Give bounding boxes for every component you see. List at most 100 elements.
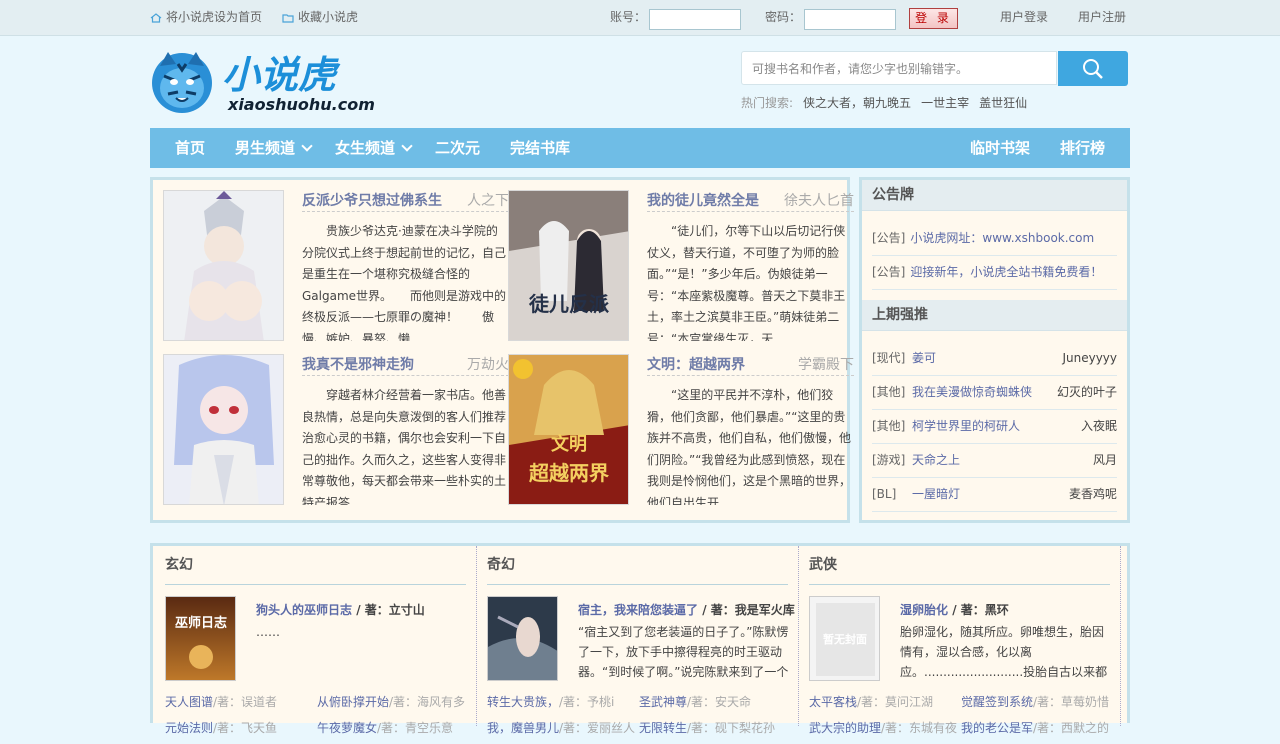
account-input[interactable]: [649, 9, 741, 30]
sidebar: 公告牌 [公告] 小说虎网址：www.xshbook.com [公告] 迎接新年，小…: [859, 177, 1130, 523]
rec-author: 幻灭的叶子: [1056, 385, 1117, 399]
category-column: 武侠 暂无封面 湿卵胎化 / 著：黑环 胎卵湿化，随其所应。卵唯想生，胎因情有，…: [799, 546, 1121, 735]
list-item[interactable]: 觉醒签到系统/著：草莓奶惜: [961, 692, 1113, 712]
list-item[interactable]: 元始法则/著：飞天鱼: [165, 718, 317, 738]
book-title-text: 宿主，我来陪您装逼了: [578, 603, 699, 617]
book-title[interactable]: 狗头人的巫师日志 / 著：立寸山: [256, 601, 425, 618]
nav-female-channel[interactable]: 女生频道: [335, 128, 413, 168]
list-item[interactable]: 太平客栈/著：莫问江湖: [809, 692, 961, 712]
book-description: 穿越者林介经营着一家书店。他善良热情，总是向失意泼倒的客人们推荐治愈心灵的书籍，…: [302, 388, 507, 505]
list-book-author: /著：予桃i: [559, 695, 615, 709]
nav-acg-label: 二次元: [435, 139, 481, 157]
site-logo[interactable]: 小说虎 xiaoshuohu.com: [150, 46, 390, 121]
bookmark-link[interactable]: 收藏小说虎: [282, 0, 358, 35]
list-item[interactable]: 武大宗的助理/著：东城有夜: [809, 718, 961, 738]
book-description: ……: [256, 625, 280, 639]
recommend-title: 上期强推: [862, 300, 1127, 331]
book-title[interactable]: 文明：超越两界: [647, 354, 745, 374]
list-item[interactable]: 圣武神尊/著：安天命: [639, 692, 791, 712]
tiger-logo-icon: 小说虎 xiaoshuohu.com: [152, 52, 375, 114]
list-item[interactable]: 午夜萝魔女/著：青空乐意: [317, 718, 469, 738]
user-register-link[interactable]: 用户注册: [1078, 0, 1126, 35]
nav-finished[interactable]: 完结书库: [510, 128, 570, 168]
recommend-item[interactable]: [游戏] 天命之上 风月: [872, 444, 1117, 478]
rec-category: [其他]: [872, 385, 906, 399]
list-item[interactable]: 转生大贵族，/著：予桃i: [487, 692, 639, 712]
divider: [302, 211, 509, 212]
site-header: 小说虎 xiaoshuohu.com 可搜书名和作者，请您少字也别输错字。 热门…: [150, 36, 1130, 128]
set-homepage-link[interactable]: 将小说虎设为首页: [150, 0, 262, 35]
chevron-down-icon: [401, 140, 413, 152]
book-author: 人之下: [467, 193, 509, 209]
hot-search-item[interactable]: 侠之大者，朝九晚五: [803, 94, 911, 111]
list-item[interactable]: 天人图谱/著：误道者: [165, 692, 317, 712]
book-cover[interactable]: 徒儿反派: [508, 190, 629, 341]
search-input[interactable]: 可搜书名和作者，请您少字也别输错字。: [741, 51, 1057, 85]
list-book-author: /著：青空乐意: [377, 721, 454, 735]
book-title[interactable]: 反派少爷只想过佛系生: [302, 190, 442, 210]
featured-book-card[interactable]: 反派少爷只想过佛系生 人之下 贵族少爷达克·迪蒙在决斗学院的分院仪式上终于想起前…: [163, 190, 509, 350]
login-button[interactable]: 登 录: [909, 8, 958, 29]
book-cover[interactable]: 文明 超越两界: [508, 354, 629, 505]
recommend-item[interactable]: [其他] 我在美漫做惊奇蜘蛛侠 幻灭的叶子: [872, 376, 1117, 410]
search-button[interactable]: [1058, 51, 1128, 86]
book-cover[interactable]: [163, 354, 284, 505]
divider: [302, 375, 509, 376]
list-book-author: /著：安天命: [687, 695, 752, 709]
recommend-item[interactable]: [其他] 柯学世界里的柯研人 入夜眠: [872, 410, 1117, 444]
nav-acg[interactable]: 二次元: [435, 128, 480, 168]
category-column: 玄幻 巫师日志 狗头人的巫师日志 / 著：立寸山 …… 天人图谱/著：误道者 从俯…: [155, 546, 477, 735]
book-cover[interactable]: [163, 190, 284, 341]
password-input[interactable]: [804, 9, 896, 30]
rec-book-name[interactable]: 我在美漫做惊奇蜘蛛侠: [912, 376, 1057, 409]
book-description: 贵族少爷达克·迪蒙在决斗学院的分院仪式上终于想起前世的记忆，自己是重生在一个堪称…: [302, 224, 507, 341]
list-book-name: 元始法则: [165, 721, 214, 735]
featured-book-card[interactable]: 文明 超越两界 文明：超越两界 学霸殿下 “这里的平民并不淳朴，他们狡猾，他们贪鄙…: [508, 354, 854, 514]
rec-book-name[interactable]: 天命之上: [912, 444, 1093, 477]
hot-search-item[interactable]: 盖世狂仙: [979, 94, 1027, 111]
nav-male-channel[interactable]: 男生频道: [235, 128, 313, 168]
nav-male-label: 男生频道: [235, 139, 296, 157]
recommend-item[interactable]: [现代] 姜可 Juneyyyy: [872, 342, 1117, 376]
notice-board-title: 公告牌: [862, 180, 1127, 211]
list-book-name: 我，魔兽男儿: [487, 721, 560, 735]
user-login-link[interactable]: 用户登录: [1000, 0, 1048, 35]
rec-book-name[interactable]: 柯学世界里的柯研人: [912, 410, 1081, 443]
notice-tag: [公告]: [872, 231, 906, 245]
list-item[interactable]: 我，魔兽男儿/著：爱丽丝人: [487, 718, 639, 738]
list-book-author: /著：草莓奶惜: [1033, 695, 1110, 709]
nav-finished-label: 完结书库: [510, 139, 571, 157]
rec-book-name[interactable]: 一屋暗灯: [912, 478, 1069, 511]
hot-search-label: 热门搜索:: [741, 96, 794, 110]
featured-book-card[interactable]: 徒儿反派 我的徒儿竟然全是 徐夫人匕首 “徒儿们，尔等下山以后切记行侠仗义，替天…: [508, 190, 854, 350]
list-book-name: 圣武神尊: [639, 695, 688, 709]
featured-books: 反派少爷只想过佛系生 人之下 贵族少爷达克·迪蒙在决斗学院的分院仪式上终于想起前…: [150, 177, 854, 523]
book-description: 胎卵湿化，随其所应。卵唯想生，胎因情有，湿以合感，化以离应。..........…: [900, 625, 1108, 679]
list-item[interactable]: 我的老公是军/著：西默之的: [961, 718, 1113, 738]
book-cover[interactable]: [487, 596, 558, 681]
password-label: 密码：: [765, 10, 802, 24]
book-title[interactable]: 湿卵胎化 / 著：黑环: [900, 601, 1009, 618]
book-title[interactable]: 我的徒儿竟然全是: [647, 190, 759, 210]
hot-search-item[interactable]: 一世主宰: [921, 94, 969, 111]
book-title[interactable]: 我真不是邪神走狗: [302, 354, 414, 374]
list-item[interactable]: 从俯卧撑开始/著：海风有多: [317, 692, 469, 712]
rec-category: [其他]: [872, 419, 906, 433]
notice-item[interactable]: [公告] 小说虎网址：www.xshbook.com: [872, 222, 1117, 256]
nav-bookshelf-label: 临时书架: [970, 139, 1031, 157]
featured-book-card[interactable]: 我真不是邪神走狗 万劫火 穿越者林介经营着一家书店。他善良热情，总是向失意泼倒的…: [163, 354, 509, 514]
recommend-item[interactable]: [BL] 一屋暗灯 麦香鸡呢: [872, 478, 1117, 512]
book-title[interactable]: 宿主，我来陪您装逼了 / 著：我是军火库: [578, 601, 795, 618]
book-cover[interactable]: 巫师日志: [165, 596, 236, 681]
book-cover[interactable]: 暂无封面: [809, 596, 880, 681]
notice-item[interactable]: [公告] 迎接新年，小说虎全站书籍免费看！: [872, 256, 1117, 290]
nav-bookshelf[interactable]: 临时书架: [970, 128, 1030, 168]
nav-home[interactable]: 首页: [175, 128, 205, 168]
list-item[interactable]: 无限转生/著：砚下梨花孙: [639, 718, 791, 738]
account-label: 账号：: [610, 10, 647, 24]
list-book-author: /著：爱丽丝人: [559, 721, 636, 735]
nav-ranking[interactable]: 排行榜: [1060, 128, 1105, 168]
category-section: 玄幻 巫师日志 狗头人的巫师日志 / 著：立寸山 …… 天人图谱/著：误道者 从俯…: [150, 543, 1130, 735]
rec-book-name[interactable]: 姜可: [912, 342, 1062, 375]
cover-text: 巫师日志: [175, 615, 227, 631]
